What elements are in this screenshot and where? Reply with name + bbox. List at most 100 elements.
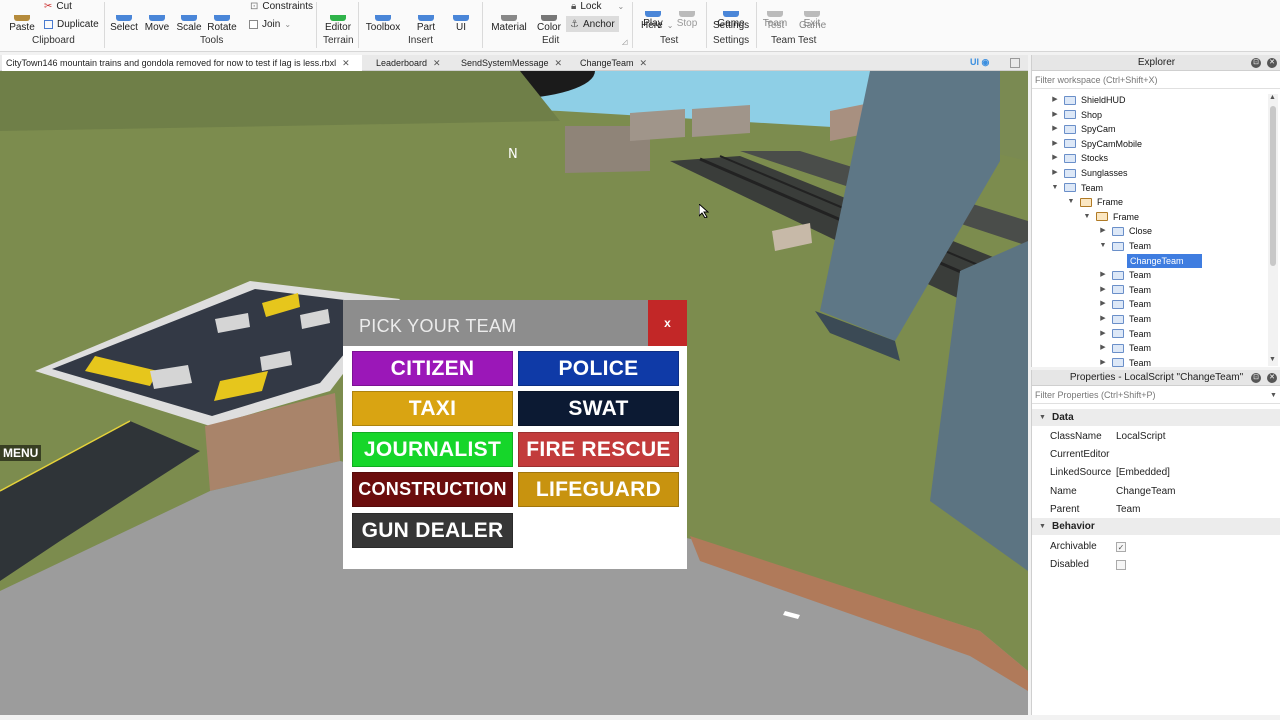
collapsed-arrow-icon[interactable]: ▶ <box>1098 356 1108 370</box>
stop-button[interactable]: Stop <box>674 0 700 30</box>
collapsed-arrow-icon[interactable]: ▶ <box>1050 151 1060 165</box>
tree-item-changeteam[interactable]: ChangeTeam <box>1114 253 1202 268</box>
anchor-button[interactable]: ⚓︎ Anchor <box>566 16 619 32</box>
properties-filter-input[interactable]: Filter Properties (Ctrl+Shift+P) ▼ <box>1032 387 1280 404</box>
tab-leaderboard[interactable]: Leaderboard ✕ <box>372 55 450 71</box>
tree-item-team[interactable]: ▶ Team <box>1098 341 1151 355</box>
team-construction-button[interactable]: CONSTRUCTION <box>352 472 513 507</box>
tab-sendsystemmessage[interactable]: SendSystemMessage ✕ <box>457 55 565 71</box>
team-gun-dealer-button[interactable]: GUN DEALER <box>352 513 513 548</box>
cut-button[interactable]: ✂ Cut <box>44 1 72 12</box>
tab-changeteam[interactable]: ChangeTeam ✕ <box>576 55 652 71</box>
property-row[interactable]: CurrentEditor <box>1032 446 1280 463</box>
tree-item-stocks[interactable]: ▶ Stocks <box>1050 151 1108 165</box>
collapsed-arrow-icon[interactable]: ▶ <box>1098 312 1108 326</box>
collapsed-arrow-icon[interactable]: ▶ <box>1098 341 1108 355</box>
close-icon[interactable]: ✕ <box>1267 58 1277 68</box>
toolbox-button[interactable]: Toolbox <box>364 0 402 34</box>
close-tab-icon[interactable]: ✕ <box>555 58 563 68</box>
collapsed-arrow-icon[interactable]: ▶ <box>1098 268 1108 282</box>
edit-expand-icon[interactable]: ◿ <box>622 38 627 46</box>
duplicate-button[interactable]: Duplicate <box>44 19 99 30</box>
ui-button[interactable]: UI <box>450 0 472 34</box>
expanded-arrow-icon[interactable]: ▼ <box>1082 210 1092 224</box>
close-tab-icon[interactable]: ✕ <box>342 58 350 68</box>
tree-item-team[interactable]: ▶ Team <box>1098 356 1151 370</box>
menu-button[interactable]: MENU <box>0 445 42 461</box>
property-row[interactable]: Parent Team <box>1032 501 1280 518</box>
team-lifeguard-button[interactable]: LIFEGUARD <box>518 472 679 507</box>
play-dropdown-icon[interactable]: ⌄ <box>667 21 674 30</box>
property-row[interactable]: Disabled <box>1032 556 1280 573</box>
explorer-scrollbar[interactable]: ▲ ▼ <box>1268 94 1278 366</box>
panel-settings-icon[interactable]: ⊡ <box>1251 58 1261 68</box>
tab-place-file[interactable]: CityTown146 mountain trains and gondola … <box>2 55 362 71</box>
tree-item-shop[interactable]: ▶ Shop <box>1050 108 1102 122</box>
property-row[interactable]: Archivable ✓ <box>1032 538 1280 555</box>
lock-dropdown-icon[interactable]: ⌄ <box>617 2 624 11</box>
collapsed-arrow-icon[interactable]: ▶ <box>1050 122 1060 136</box>
tree-item-team[interactable]: ▶ Team <box>1098 327 1151 341</box>
filter-dropdown-icon[interactable]: ▼ <box>1270 387 1277 404</box>
close-tab-icon[interactable]: ✕ <box>433 58 441 68</box>
collapsed-arrow-icon[interactable]: ▶ <box>1098 224 1108 238</box>
team-swat-button[interactable]: SWAT <box>518 391 679 426</box>
team-citizen-button[interactable]: CITIZEN <box>352 351 513 386</box>
explorer-filter-input[interactable]: Filter workspace (Ctrl+Shift+X) <box>1032 72 1280 89</box>
team-fire-rescue-button[interactable]: FIRE RESCUE <box>518 432 679 467</box>
tree-item-shieldhud[interactable]: ▶ ShieldHUD <box>1050 93 1125 107</box>
select-button[interactable]: Select <box>110 0 138 34</box>
tree-item-spycammobile[interactable]: ▶ SpyCamMobile <box>1050 137 1142 151</box>
tree-item-sunglasses[interactable]: ▶ Sunglasses <box>1050 166 1127 180</box>
expanded-arrow-icon[interactable]: ▼ <box>1066 195 1076 209</box>
paste-button[interactable]: Paste <box>8 0 36 34</box>
collapse-icon[interactable]: ▼ <box>1039 518 1046 535</box>
collapsed-arrow-icon[interactable]: ▶ <box>1050 137 1060 151</box>
tree-item-team[interactable]: ▶ Team <box>1098 283 1151 297</box>
join-button[interactable]: Join ⌄ <box>249 19 291 30</box>
tree-item-team[interactable]: ▼ Team <box>1050 181 1103 195</box>
tree-item-team[interactable]: ▶ Team <box>1098 312 1151 326</box>
tree-item-close[interactable]: ▶ Close <box>1098 224 1152 238</box>
lock-button[interactable]: 🔒︎ Lock ⌄ <box>571 1 624 12</box>
tree-item-team[interactable]: ▼ Team <box>1098 239 1151 253</box>
close-icon[interactable]: ✕ <box>1267 373 1277 383</box>
properties-category-behavior[interactable]: ▼ Behavior <box>1032 518 1280 535</box>
property-row[interactable]: Name ChangeTeam <box>1032 483 1280 500</box>
close-team-picker-button[interactable]: x <box>648 300 687 346</box>
properties-category-data[interactable]: ▼ Data <box>1032 409 1280 426</box>
disabled-checkbox[interactable] <box>1116 560 1126 570</box>
tree-item-spycam[interactable]: ▶ SpyCam <box>1050 122 1115 136</box>
join-dropdown-icon[interactable]: ⌄ <box>284 20 291 29</box>
viewport-layout-icon[interactable] <box>1010 58 1020 68</box>
collapsed-arrow-icon[interactable]: ▶ <box>1050 166 1060 180</box>
scroll-thumb[interactable] <box>1270 106 1276 266</box>
scroll-down-icon[interactable]: ▼ <box>1269 356 1276 363</box>
close-tab-icon[interactable]: ✕ <box>640 58 648 68</box>
collapsed-arrow-icon[interactable]: ▶ <box>1098 297 1108 311</box>
ui-visibility-toggle[interactable]: UI ◉ <box>970 57 989 68</box>
expanded-arrow-icon[interactable]: ▼ <box>1098 239 1108 253</box>
team-taxi-button[interactable]: TAXI <box>352 391 513 426</box>
panel-settings-icon[interactable]: ⊡ <box>1251 373 1261 383</box>
tree-item-team[interactable]: ▶ Team <box>1098 297 1151 311</box>
terrain-editor-button[interactable]: Editor <box>323 0 353 34</box>
property-row[interactable]: ClassName LocalScript <box>1032 428 1280 445</box>
collapse-icon[interactable]: ▼ <box>1039 409 1046 426</box>
part-button[interactable]: Part <box>412 0 440 34</box>
scale-button[interactable]: Scale <box>175 0 203 34</box>
expanded-arrow-icon[interactable]: ▼ <box>1050 181 1060 195</box>
constraints-button[interactable]: ⊡ Constraints <box>250 1 313 12</box>
color-button[interactable]: Color <box>535 0 563 34</box>
property-row[interactable]: LinkedSource [Embedded] <box>1032 464 1280 481</box>
collapsed-arrow-icon[interactable]: ▶ <box>1050 93 1060 107</box>
collapsed-arrow-icon[interactable]: ▶ <box>1098 283 1108 297</box>
tree-item-frame[interactable]: ▼ Frame <box>1082 210 1139 224</box>
rotate-button[interactable]: Rotate <box>207 0 237 34</box>
move-button[interactable]: Move <box>143 0 171 34</box>
scroll-up-icon[interactable]: ▲ <box>1269 94 1276 101</box>
archivable-checkbox[interactable]: ✓ <box>1116 542 1126 552</box>
collapsed-arrow-icon[interactable]: ▶ <box>1098 327 1108 341</box>
team-police-button[interactable]: POLICE <box>518 351 679 386</box>
material-button[interactable]: Material <box>490 0 528 34</box>
